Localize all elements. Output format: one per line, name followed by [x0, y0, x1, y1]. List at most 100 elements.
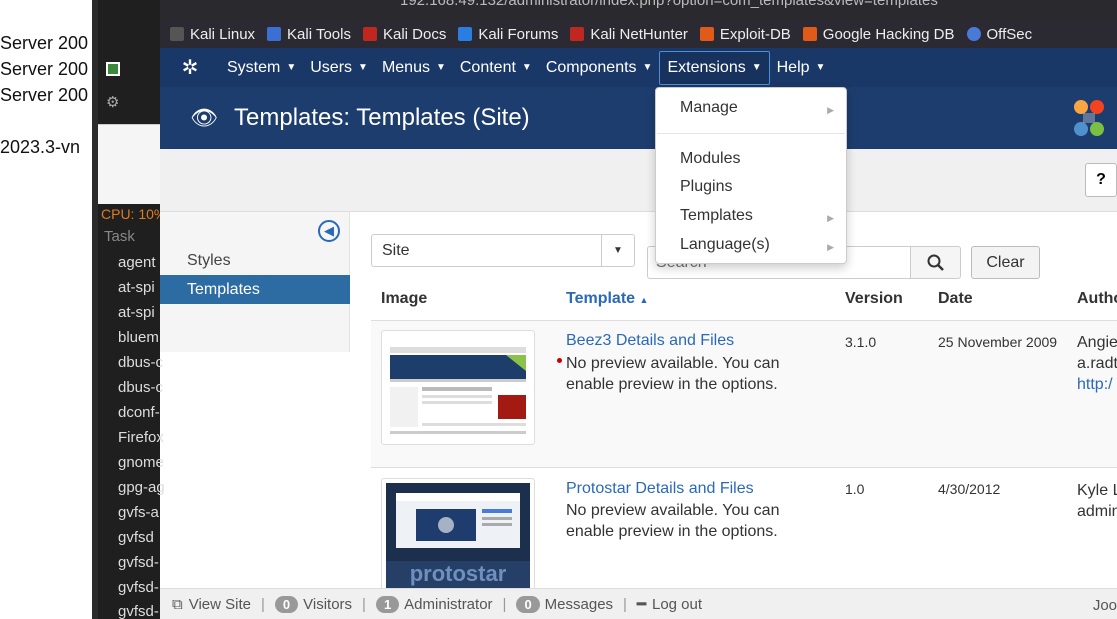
- template-author-url[interactable]: http:/: [1077, 374, 1113, 395]
- menu-item-templates[interactable]: Templates: [680, 207, 753, 225]
- bookmark-offsec[interactable]: OffSec: [966, 26, 1032, 43]
- caret-down-icon: ▼: [751, 62, 762, 73]
- bookmark-kali-forums[interactable]: Kali Forums: [458, 26, 558, 43]
- nethunter-icon: [570, 27, 585, 41]
- template-author: Kyle L: [1077, 482, 1117, 499]
- logout-link[interactable]: ━ Log out: [637, 595, 702, 614]
- menu-users[interactable]: Users ▼: [303, 51, 375, 85]
- page-title: Templates: Templates (Site): [234, 104, 530, 131]
- caret-down-icon: ▼: [642, 62, 653, 73]
- submenu-arrow-icon: ▶: [827, 242, 834, 252]
- task-row[interactable]: gvfsd-: [118, 554, 159, 571]
- task-row[interactable]: at-spi: [118, 279, 155, 296]
- ghdb-icon: [802, 27, 817, 41]
- gear-icon[interactable]: ⚙: [106, 95, 120, 110]
- kali-forums-icon: [458, 27, 473, 41]
- bookmark-kali-linux[interactable]: Kali Linux: [170, 26, 255, 43]
- task-row[interactable]: agent: [118, 254, 156, 271]
- background-window: Server 200 Server 200 Server 200 2023.3-…: [0, 0, 92, 619]
- task-row[interactable]: dconf-: [118, 404, 160, 421]
- bookmark-kali-docs[interactable]: Kali Docs: [362, 26, 446, 43]
- kali-icon: [170, 27, 184, 41]
- visitors-status[interactable]: 0 Visitors: [274, 595, 352, 613]
- sidebar: ◀ Styles Templates: [160, 212, 350, 352]
- task-column-header[interactable]: Task: [104, 228, 135, 245]
- menu-item-languages[interactable]: Language(s): [680, 236, 770, 254]
- task-row[interactable]: gvfsd-: [118, 579, 159, 596]
- visitors-badge: 0: [274, 595, 299, 613]
- admin-status[interactable]: 1 Administrator: [375, 595, 493, 613]
- template-version: 3.1.0: [845, 334, 877, 350]
- task-row[interactable]: gvfsd-: [118, 603, 159, 619]
- bookmark-kali-tools[interactable]: Kali Tools: [267, 26, 351, 43]
- template-thumbnail-protostar[interactable]: protostar: [381, 478, 535, 593]
- joomla-logo-icon[interactable]: ✲: [160, 55, 220, 80]
- menu-item-modules[interactable]: Modules: [680, 150, 740, 168]
- search-icon: [927, 254, 944, 271]
- search-button[interactable]: [910, 246, 961, 279]
- menu-extensions[interactable]: Extensions ▼: [659, 50, 770, 85]
- task-row[interactable]: Firefox: [118, 429, 164, 446]
- sidebar-item-styles[interactable]: Styles: [160, 246, 350, 275]
- caret-down-icon: ▼: [435, 62, 446, 73]
- admin-badge: 1: [375, 595, 400, 613]
- status-bar: ⧉ View Site | 0 Visitors | 1 Administrator …: [160, 588, 1117, 619]
- menu-menus[interactable]: Menus ▼: [375, 51, 453, 85]
- task-row[interactable]: at-spi: [118, 304, 155, 321]
- menu-item-plugins[interactable]: Plugins: [680, 178, 732, 196]
- client-filter-select[interactable]: Site ▼: [371, 234, 635, 267]
- template-thumbnail-beez3[interactable]: [381, 330, 535, 445]
- view-site-link[interactable]: ⧉ View Site: [172, 596, 251, 613]
- caret-down-icon: ▼: [286, 62, 297, 73]
- messages-status[interactable]: 0 Messages: [516, 595, 613, 613]
- column-header-template[interactable]: Template ▲: [566, 290, 648, 308]
- messages-badge: 0: [516, 595, 540, 613]
- column-header-date[interactable]: Date: [938, 290, 973, 308]
- help-button[interactable]: ?: [1085, 163, 1117, 197]
- svg-text:protostar: protostar: [410, 561, 507, 586]
- question-icon: ?: [1096, 171, 1106, 188]
- chevron-down-icon: ▼: [601, 235, 634, 266]
- kali-docs-icon: [362, 27, 377, 41]
- collapse-sidebar-icon[interactable]: ◀: [318, 220, 340, 242]
- menu-item-manage[interactable]: Manage: [680, 99, 738, 117]
- task-row[interactable]: gpg-ag: [118, 479, 165, 496]
- bookmark-exploit-db[interactable]: Exploit-DB: [699, 26, 791, 43]
- submenu-arrow-icon: ▶: [827, 105, 834, 115]
- beez3-preview-image: [386, 335, 530, 440]
- offsec-icon: [966, 27, 981, 41]
- column-header-version[interactable]: Version: [845, 290, 903, 308]
- joomla-brand-logo: [1074, 100, 1104, 136]
- menu-help[interactable]: Help ▼: [770, 51, 833, 85]
- exploit-db-icon: [699, 27, 714, 41]
- status-dot: [557, 358, 562, 363]
- template-link-protostar[interactable]: Protostar Details and Files: [566, 480, 754, 498]
- task-row[interactable]: dbus-c: [118, 354, 163, 371]
- bg-text-line: 2023.3-vn: [0, 137, 81, 157]
- task-row[interactable]: gvfs-a: [118, 504, 159, 521]
- bookmark-google-hacking-db[interactable]: Google Hacking DB: [802, 26, 955, 43]
- monitor-icon[interactable]: [106, 62, 120, 76]
- template-note: No preview available. You can enable pre…: [566, 355, 780, 393]
- admin-menu-bar: ✲ System ▼ Users ▼ Menus ▼ Content ▼ Compone…: [160, 48, 1117, 87]
- bookmark-kali-nethunter[interactable]: Kali NetHunter: [570, 26, 688, 43]
- task-row[interactable]: bluem: [118, 329, 159, 346]
- sidebar-item-templates[interactable]: Templates: [160, 275, 350, 304]
- menu-system[interactable]: System ▼: [220, 51, 303, 85]
- template-note: No preview available. You can enable pre…: [566, 502, 780, 540]
- bookmarks-bar: Kali Linux Kali Tools Kali Docs Kali For…: [160, 20, 1117, 48]
- bg-text-line: Server 200: [0, 59, 89, 79]
- template-link-beez3[interactable]: Beez3 Details and Files: [566, 332, 734, 350]
- column-header-author[interactable]: Autho: [1077, 290, 1117, 308]
- clear-button[interactable]: Clear: [971, 246, 1040, 279]
- menu-components[interactable]: Components ▼: [539, 51, 660, 85]
- bg-text-line: Server 200: [0, 33, 89, 53]
- menu-content[interactable]: Content ▼: [453, 51, 539, 85]
- address-bar[interactable]: 192.168.49.132/administrator/index.php?o…: [400, 0, 1040, 12]
- task-row[interactable]: dbus-c: [118, 379, 163, 396]
- copyright-text: Joo: [1092, 597, 1117, 614]
- column-header-image: Image: [381, 290, 428, 307]
- task-row[interactable]: gnome: [118, 454, 164, 471]
- cpu-label: CPU: 10%: [101, 206, 167, 222]
- task-row[interactable]: gvfsd: [118, 529, 154, 546]
